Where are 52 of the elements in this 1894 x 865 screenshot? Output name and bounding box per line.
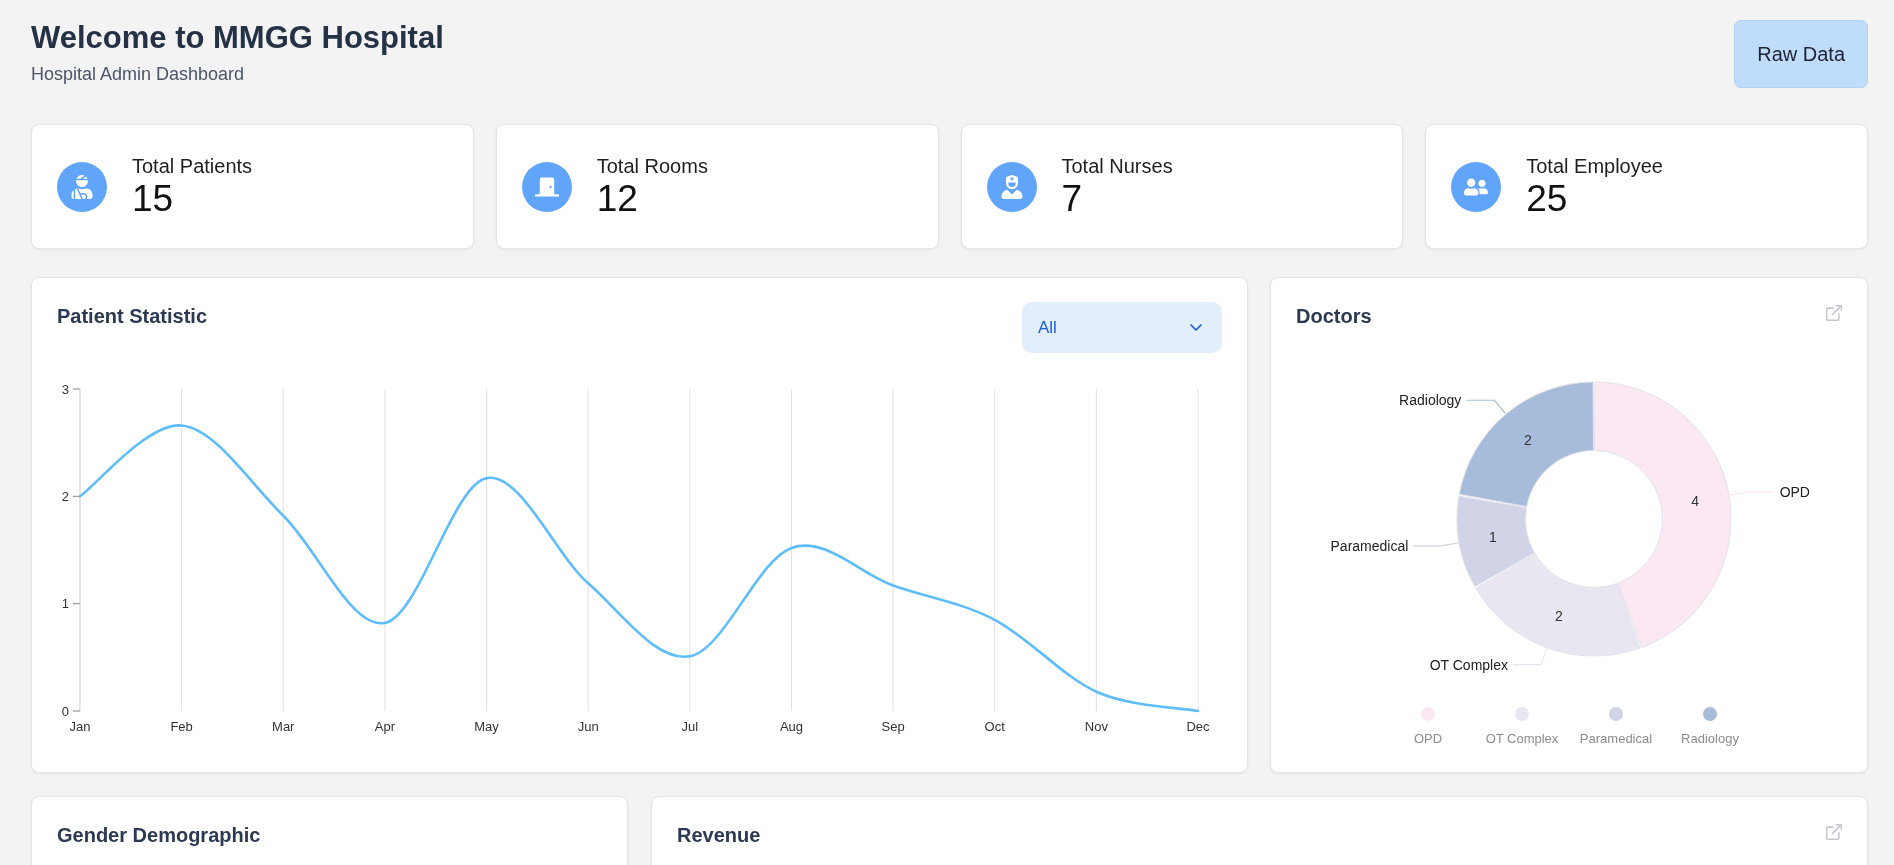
slice-label: OT Complex [1429,656,1508,673]
stat-label: Total Rooms [596,153,708,178]
slice-value: 4 [1691,493,1700,510]
y-axis-label: 2 [61,488,69,504]
x-axis-label: Apr [374,719,396,734]
x-axis-label: Sep [881,719,905,734]
legend-label: OPD [1413,731,1443,747]
stat-value: 25 [1526,177,1569,220]
x-axis-label: Nov [1084,719,1108,734]
stat-label: Total Patients [132,153,253,178]
x-axis-label: Feb [170,719,193,734]
slice-value: 1 [1488,528,1497,545]
x-axis-label: May [474,719,499,734]
x-axis-label: Jan [69,719,91,734]
stat-value: 7 [1061,177,1084,220]
y-axis-label: 0 [61,703,69,719]
y-axis-label: 3 [61,381,69,397]
leader-line [1729,491,1776,496]
injured-person-icon [57,161,107,212]
x-axis-label: Aug [779,719,803,734]
y-axis-label: 1 [61,596,69,612]
leader-line [1412,542,1459,547]
legend-label: OT Complex [1485,731,1559,747]
legend-label: Paramedical [1579,731,1653,747]
x-axis-label: Jun [577,719,599,734]
leader-line [1465,399,1506,414]
card-title: Revenue [677,823,761,848]
x-axis-label: Oct [984,719,1005,734]
legend-label: Radiology [1681,731,1739,747]
slice-label: Paramedical [1330,537,1409,554]
card-title: Gender Demographic [57,823,261,848]
card-title: Doctors [1296,304,1372,329]
page-subtitle: Hospital Admin Dashboard [31,63,246,86]
stat-label: Total Nurses [1061,153,1173,178]
filter-dropdown[interactable]: All [1022,302,1222,353]
leader-line [1512,648,1548,666]
stat-value: 15 [132,177,175,220]
slice-value: 2 [1524,432,1532,449]
x-axis-label: Mar [272,719,295,734]
page-title: Welcome to MMGG Hospital [31,20,444,56]
x-axis-label: Jul [681,719,699,734]
stat-value: 12 [596,177,639,220]
slice-value: 2 [1554,607,1563,624]
external-link-icon[interactable] [1826,824,1842,840]
chevron-down-icon [1190,324,1202,331]
slice-label: Radiology [1399,392,1462,409]
card-title: Patient Statistic [57,304,208,329]
x-axis-label: Dec [1186,719,1210,734]
external-link-icon[interactable] [1826,305,1842,321]
raw-data-button[interactable]: Raw Data [1734,20,1868,88]
slice-label: OPD [1779,484,1810,501]
stat-label: Total Employee [1526,153,1663,178]
